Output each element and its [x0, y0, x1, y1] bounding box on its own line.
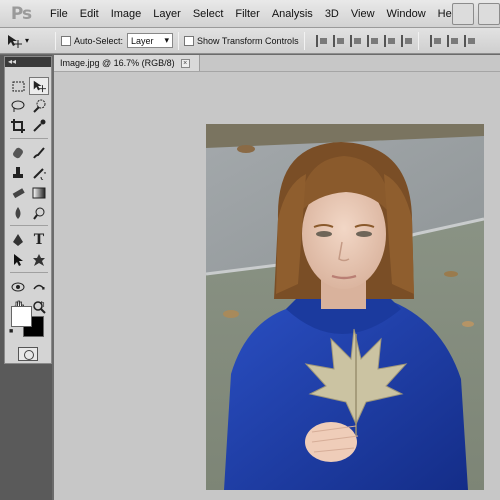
align-vertical-center-icon[interactable] [332, 34, 345, 47]
show-transform-checkbox[interactable] [184, 35, 195, 46]
quick-selection-icon[interactable] [29, 97, 49, 115]
menu-window[interactable]: Window [381, 3, 432, 25]
foreground-color-swatch[interactable] [11, 306, 32, 327]
align-bottom-icon[interactable] [349, 34, 362, 47]
rectangular-marquee-icon[interactable] [8, 77, 28, 95]
photo-girl-with-leaf [206, 124, 484, 490]
default-colors-icon[interactable]: ■ [9, 328, 13, 335]
align-top-icon[interactable] [315, 34, 328, 47]
3d-rotate-icon[interactable] [8, 278, 28, 296]
lasso-icon[interactable] [8, 97, 28, 115]
chevron-down-icon: ▾ [164, 35, 170, 45]
close-icon[interactable]: × [180, 58, 190, 68]
app-logo: Ps [10, 3, 32, 24]
menu-bar: Ps File Edit Image Layer Select Filter A… [0, 0, 500, 28]
menu-analysis[interactable]: Analysis [266, 3, 319, 25]
align-horizontal-center-icon[interactable] [383, 34, 396, 47]
align-right-icon[interactable] [400, 34, 413, 47]
launch-mini-bridge-button[interactable] [478, 3, 500, 25]
path-selection-icon[interactable] [8, 251, 28, 269]
clone-stamp-icon[interactable] [8, 164, 28, 182]
divider [178, 31, 180, 50]
custom-shape-icon[interactable] [29, 251, 49, 269]
eyedropper-icon[interactable] [29, 117, 49, 135]
show-transform-label: Show Transform Controls [197, 35, 299, 46]
toolbox: ◂◂ T ↰ ■ [4, 56, 52, 364]
distribute-center-icon[interactable] [446, 34, 459, 47]
move-tool-icon [8, 34, 22, 48]
document-tab[interactable]: Image.jpg @ 16.7% (RGB/8) × [54, 55, 200, 71]
document-tab-title: Image.jpg @ 16.7% (RGB/8) [60, 58, 175, 68]
divider [54, 71, 500, 72]
auto-select-dropdown[interactable]: Layer ▾ [127, 33, 174, 48]
dodge-icon[interactable] [29, 204, 49, 222]
gradient-icon[interactable] [29, 184, 49, 202]
menu-filter[interactable]: Filter [229, 3, 265, 25]
move-tool-icon[interactable] [29, 77, 49, 95]
swap-colors-icon[interactable]: ↰ [39, 300, 46, 309]
menu-3d[interactable]: 3D [319, 3, 345, 25]
divider [55, 31, 56, 50]
menu-image[interactable]: Image [105, 3, 148, 25]
menu-view[interactable]: View [345, 3, 381, 25]
divider [417, 31, 419, 50]
chevron-down-icon: ▾ [25, 36, 30, 45]
quick-mask-icon[interactable] [18, 347, 38, 361]
tool-preset-picker[interactable]: ▾ [6, 31, 50, 51]
3d-orbit-icon[interactable] [29, 278, 49, 296]
pen-icon[interactable] [8, 231, 28, 249]
eraser-icon[interactable] [8, 184, 28, 202]
type-icon[interactable]: T [29, 231, 49, 249]
brush-icon[interactable] [29, 144, 49, 162]
launch-bridge-button[interactable] [452, 3, 474, 25]
divider [303, 31, 305, 50]
auto-select-value: Layer [131, 35, 154, 46]
align-left-icon[interactable] [366, 34, 379, 47]
toolbox-collapse-button[interactable]: ◂◂ [5, 57, 51, 67]
blur-icon[interactable] [8, 204, 28, 222]
crop-icon[interactable] [8, 117, 28, 135]
menu-select[interactable]: Select [187, 3, 230, 25]
menu-edit[interactable]: Edit [74, 3, 105, 25]
spot-healing-brush-icon[interactable] [8, 144, 28, 162]
history-brush-icon[interactable] [29, 164, 49, 182]
distribute-bottom-icon[interactable] [463, 34, 476, 47]
image-canvas[interactable] [206, 124, 484, 490]
divider [10, 138, 48, 141]
options-bar: ▾ Auto-Select: Layer ▾ Show Transform Co… [0, 28, 500, 54]
auto-select-checkbox[interactable] [61, 35, 71, 46]
distribute-top-icon[interactable] [429, 34, 442, 47]
photoshop-window: Ps File Edit Image Layer Select Filter A… [0, 0, 500, 500]
color-swatches: ↰ ■ [9, 300, 47, 337]
divider [10, 225, 48, 228]
menu-file[interactable]: File [44, 3, 74, 25]
auto-select-label: Auto-Select: [74, 35, 124, 46]
divider [10, 272, 48, 275]
menu-layer[interactable]: Layer [147, 3, 187, 25]
